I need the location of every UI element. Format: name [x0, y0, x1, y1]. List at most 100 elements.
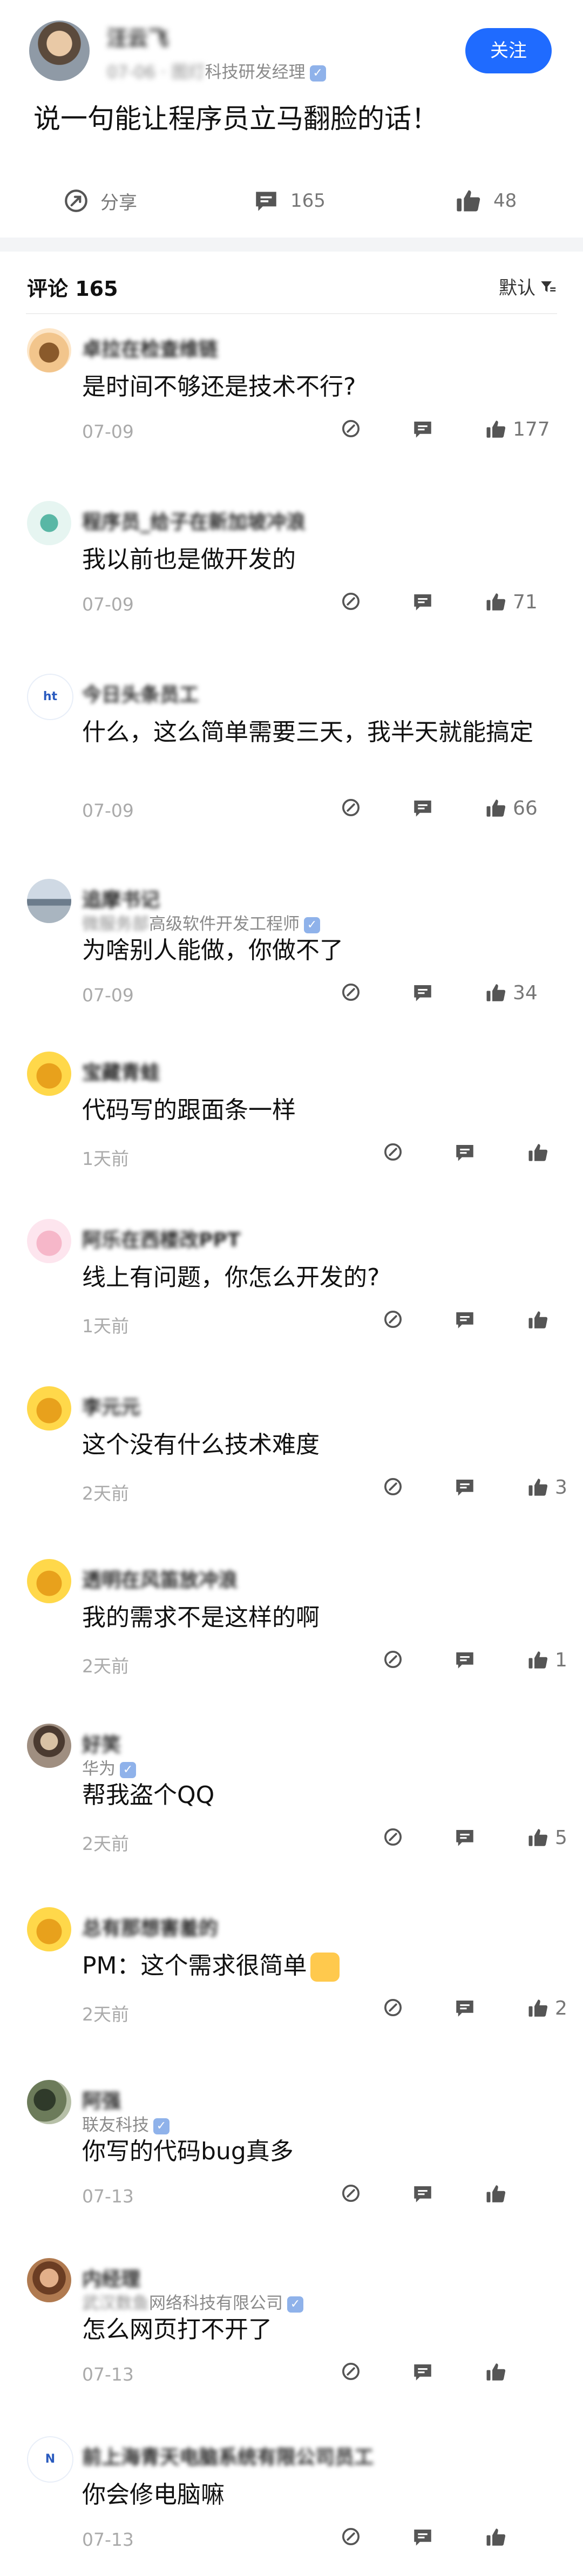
- commenter-avatar[interactable]: ht: [27, 674, 73, 720]
- reply-edit-button[interactable]: [382, 1826, 404, 1848]
- reply-button[interactable]: [453, 1476, 476, 1499]
- edit-icon: [384, 1999, 402, 2016]
- commenter-name[interactable]: 追摩书记: [82, 884, 160, 912]
- comment-button[interactable]: 165: [253, 178, 326, 223]
- reply-edit-button[interactable]: [340, 2526, 362, 2547]
- reply-button[interactable]: [411, 797, 434, 819]
- reply-edit-button[interactable]: [382, 1476, 404, 1497]
- share-button[interactable]: 分享: [63, 178, 137, 223]
- commenter-name[interactable]: 阿强: [82, 2085, 121, 2113]
- commenter-name[interactable]: 前上海青天电脑系统有限公司员工: [82, 2442, 374, 2470]
- comment-like-button[interactable]: [485, 2182, 513, 2205]
- reply-edit-button[interactable]: [382, 1141, 404, 1163]
- commenter-avatar[interactable]: [27, 1907, 71, 1951]
- comment-text-content: 我的需求不是这样的啊: [82, 1604, 320, 1631]
- reply-edit-button[interactable]: [340, 2182, 362, 2204]
- commenter-name[interactable]: 阿乐在西楼改PPT: [82, 1224, 240, 1252]
- comments-title: 评论 165: [27, 277, 118, 301]
- commenter-avatar[interactable]: [27, 1386, 71, 1431]
- comment-like-button[interactable]: 177: [485, 418, 550, 440]
- comment-text-content: 什么，这么简单需要三天，我半天就能搞定: [82, 718, 533, 746]
- thumbs-up-icon: [528, 1311, 548, 1328]
- commenter-avatar[interactable]: [27, 1559, 71, 1603]
- reply-edit-button[interactable]: [340, 591, 362, 612]
- reply-button[interactable]: [453, 1826, 476, 1849]
- commenter-avatar[interactable]: [27, 1724, 71, 1768]
- commenter-name[interactable]: 总有那想害羞的: [82, 1913, 218, 1941]
- like-button[interactable]: 48: [455, 178, 517, 223]
- commenter-name[interactable]: 好笑: [82, 1729, 121, 1757]
- comment-like-count: 2: [555, 1997, 567, 2019]
- edit-icon: [342, 799, 360, 816]
- comment-like-button[interactable]: 66: [485, 797, 538, 819]
- author-name[interactable]: 汪云飞: [107, 22, 168, 51]
- commenter-name[interactable]: 今日头条员工: [82, 679, 199, 707]
- comment-item: 宝藏青蛙 代码写的跟面条一样 1天前: [0, 1038, 583, 1205]
- commenter-name[interactable]: 卓拉在检查维链: [82, 334, 218, 362]
- comment-like-button[interactable]: [527, 1309, 555, 1331]
- commenter-avatar[interactable]: [27, 1052, 71, 1096]
- commenter-name[interactable]: 透明在风笛放冲浪: [82, 1564, 238, 1592]
- share-label: 分享: [100, 192, 137, 214]
- reply-button[interactable]: [411, 2526, 434, 2548]
- commenter-avatar[interactable]: [27, 328, 71, 372]
- comment-text-content: 为啥别人能做，你做不了: [82, 937, 343, 964]
- reply-button[interactable]: [453, 1309, 476, 1331]
- comment-like-button[interactable]: 34: [485, 981, 538, 1004]
- comment-text-content: 代码写的跟面条一样: [82, 1096, 296, 1124]
- edit-icon: [384, 1311, 402, 1328]
- comment-like-button[interactable]: [485, 2526, 513, 2548]
- edit-icon: [384, 1651, 402, 1668]
- comment-like-button[interactable]: 5: [527, 1826, 567, 1849]
- reply-edit-button[interactable]: [340, 2361, 362, 2382]
- comment-icon: [414, 801, 431, 817]
- reply-button[interactable]: [411, 2361, 434, 2383]
- comment-date: 07-09: [82, 985, 134, 1006]
- commenter-company: 微服务部高级软件开发工程师 ✓: [82, 910, 320, 934]
- reply-button[interactable]: [453, 1141, 476, 1164]
- comment-item: ht 今日头条员工 什么，这么简单需要三天，我半天就能搞定 07-09 66: [0, 660, 583, 865]
- comment-item: 内经理 武汉数鱼网络科技有限公司 ✓ 怎么网页打不开了 07-13: [0, 2244, 583, 2422]
- comment-like-count: 177: [513, 418, 550, 440]
- commenter-name[interactable]: 内经理: [82, 2263, 140, 2292]
- reply-button[interactable]: [453, 1997, 476, 2019]
- comment-like-button[interactable]: [527, 1141, 555, 1164]
- comment-like-button[interactable]: [485, 2361, 513, 2383]
- author-avatar[interactable]: [29, 21, 90, 81]
- reply-edit-button[interactable]: [340, 797, 362, 818]
- commenter-avatar[interactable]: [27, 501, 71, 545]
- reply-button[interactable]: [411, 2182, 434, 2205]
- comment-text: 你会修电脑嘛: [82, 2476, 551, 2514]
- comment-date: 07-13: [82, 2364, 134, 2385]
- commenter-avatar[interactable]: [27, 879, 71, 923]
- reply-button[interactable]: [453, 1649, 476, 1671]
- commenter-name[interactable]: 李元元: [82, 1392, 140, 1420]
- follow-button[interactable]: 关注: [465, 28, 552, 73]
- commenter-avatar[interactable]: [27, 2258, 71, 2302]
- comment-like-count: 3: [555, 1476, 567, 1499]
- commenter-avatar[interactable]: N: [27, 2436, 73, 2483]
- reply-button[interactable]: [411, 981, 434, 1004]
- comment-like-button[interactable]: 3: [527, 1476, 567, 1499]
- reply-edit-button[interactable]: [382, 1309, 404, 1330]
- edit-icon: [342, 593, 360, 610]
- comment-text-content: 我以前也是做开发的: [82, 546, 296, 573]
- comment-like-button[interactable]: 1: [527, 1649, 567, 1671]
- comment-list: 卓拉在检查维链 是时间不够还是技术不行? 07-09 177 程序员_给子在新加坡冲浪我…: [0, 314, 583, 2576]
- comment-item: 透明在风笛放冲浪 我的需求不是这样的啊 2天前 1: [0, 1545, 583, 1710]
- commenter-name[interactable]: 程序员_给子在新加坡冲浪: [82, 506, 306, 534]
- reply-edit-button[interactable]: [340, 418, 362, 439]
- reply-edit-button[interactable]: [382, 1997, 404, 2018]
- reply-edit-button[interactable]: [340, 981, 362, 1003]
- reply-edit-button[interactable]: [382, 1649, 404, 1670]
- comment-like-button[interactable]: 2: [527, 1997, 567, 2019]
- commenter-avatar[interactable]: [27, 2080, 71, 2124]
- reply-button[interactable]: [411, 418, 434, 440]
- comment-like-button[interactable]: 71: [485, 591, 538, 613]
- commenter-name[interactable]: 宝藏青蛙: [82, 1057, 160, 1085]
- author-title: 科技研发经理: [205, 63, 306, 82]
- sort-dropdown[interactable]: 默认: [499, 273, 557, 300]
- reply-button[interactable]: [411, 591, 434, 613]
- commenter-avatar[interactable]: [27, 1219, 71, 1263]
- comment-icon: [456, 1830, 473, 1846]
